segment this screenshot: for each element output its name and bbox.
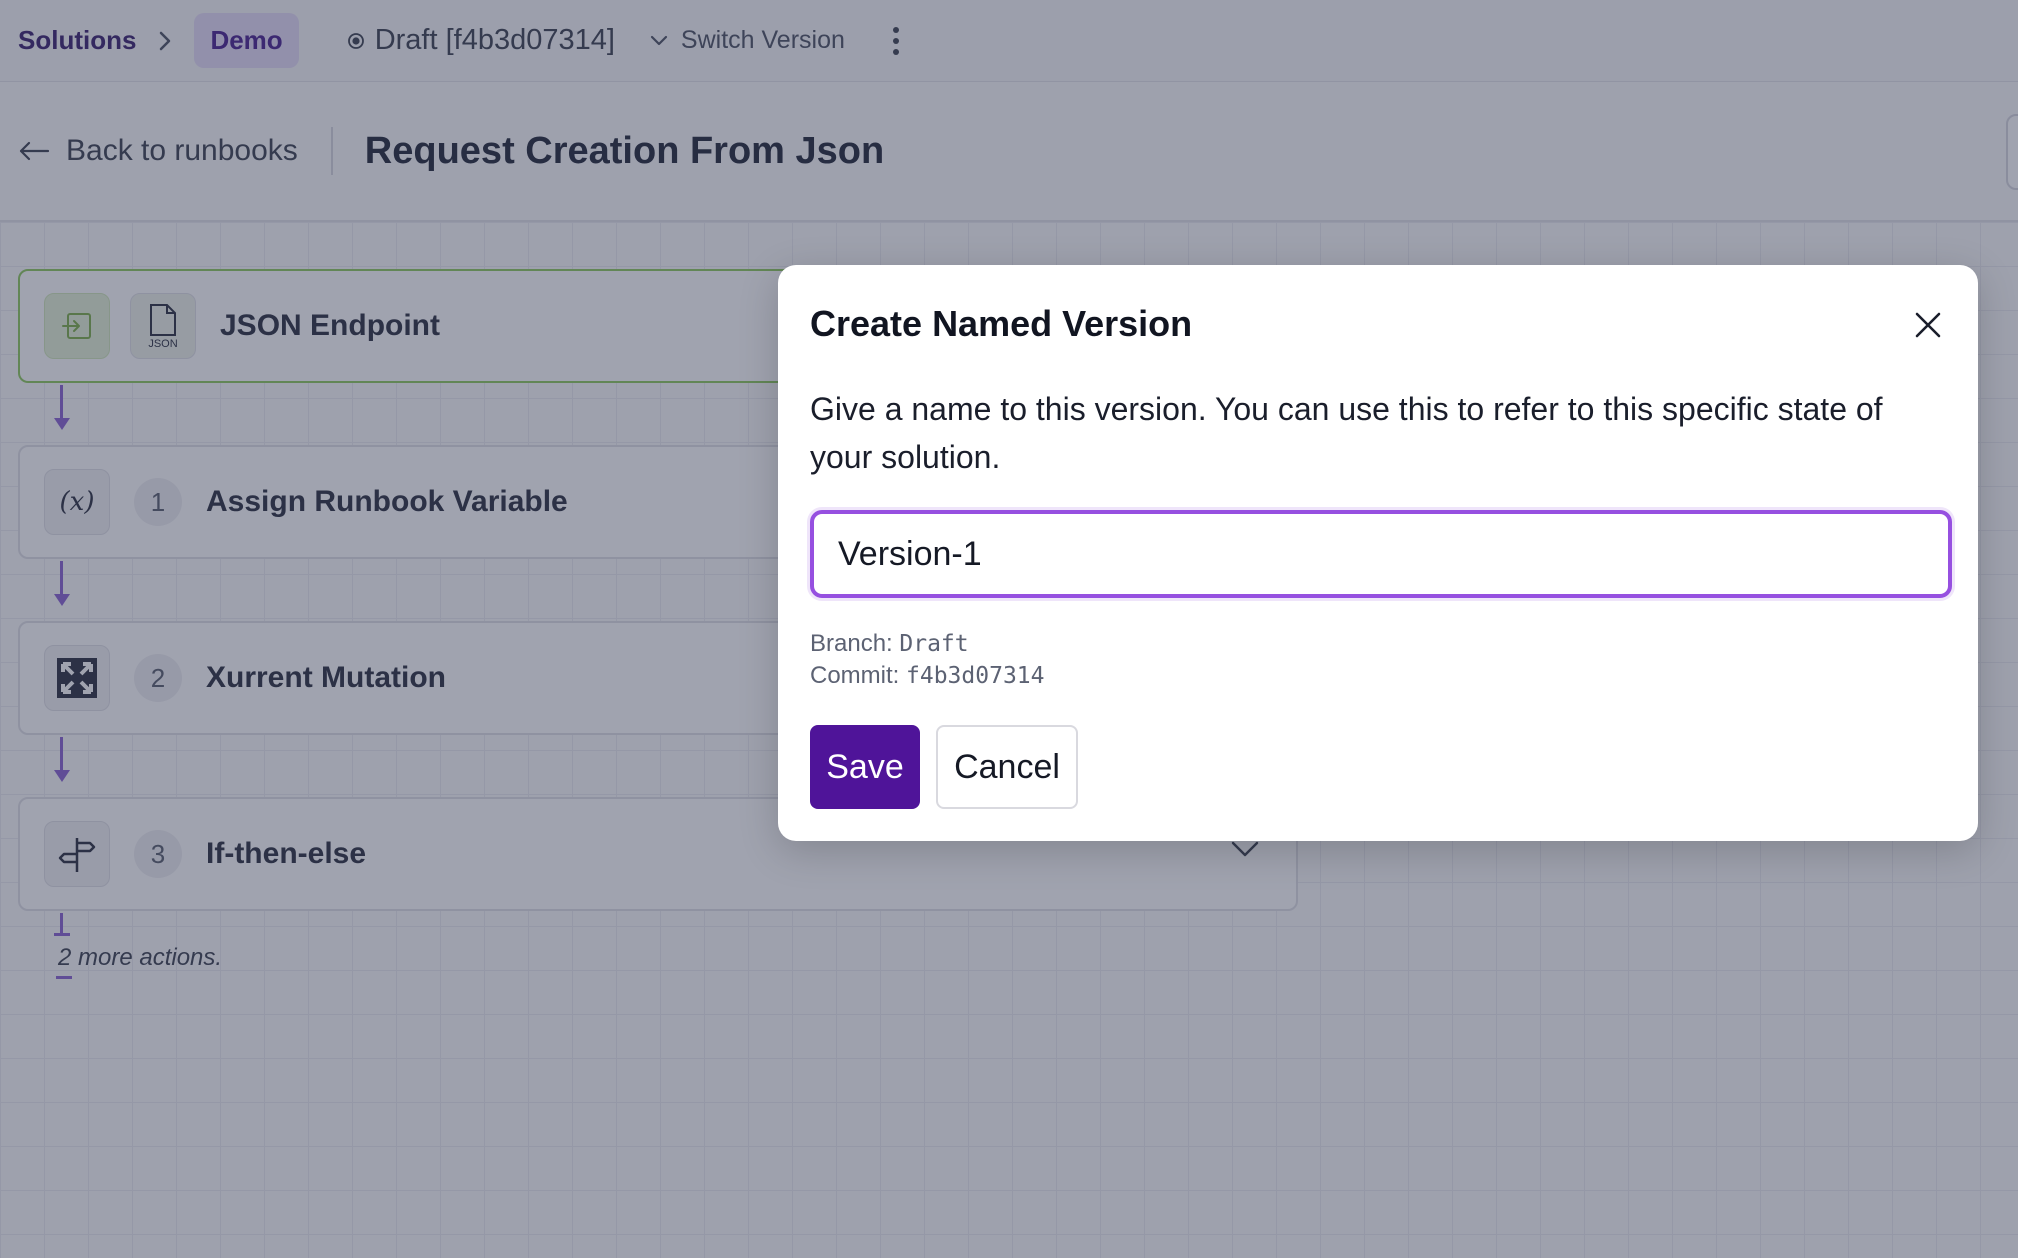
cancel-button[interactable]: Cancel	[936, 725, 1078, 809]
branch-info: Branch: Draft	[810, 630, 969, 658]
commit-info: Commit: f4b3d07314	[810, 662, 1045, 690]
dialog-title: Create Named Version	[810, 303, 1193, 344]
create-named-version-dialog: Create Named Version Give a name to this…	[778, 265, 1978, 841]
branch-value: Draft	[899, 631, 969, 657]
commit-value: f4b3d07314	[906, 663, 1045, 689]
version-name-input[interactable]	[810, 510, 1952, 598]
save-button[interactable]: Save	[810, 725, 920, 809]
dialog-description: Give a name to this version. You can use…	[810, 391, 1883, 475]
close-icon[interactable]	[1912, 309, 1944, 341]
branch-label: Branch:	[810, 630, 893, 657]
commit-label: Commit:	[810, 662, 900, 689]
